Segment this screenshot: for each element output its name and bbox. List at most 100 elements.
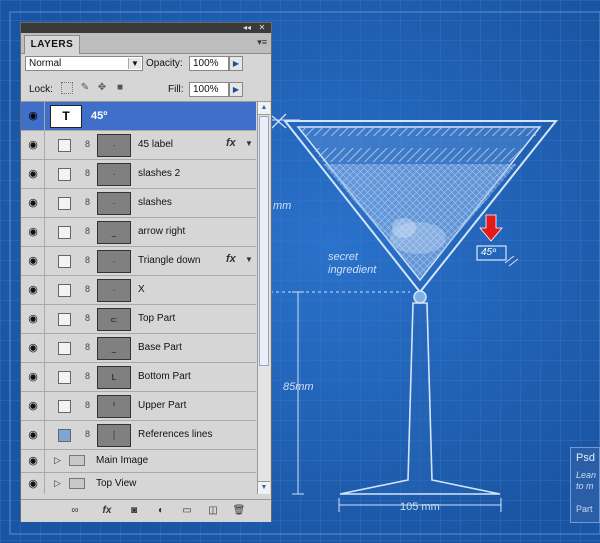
layer-row-references-lines[interactable]: ◉ 8 ┊ References lines xyxy=(21,421,256,450)
vector-mask-icon xyxy=(58,226,71,239)
lock-position-move-icon[interactable]: ✥ xyxy=(96,82,108,94)
eye-visibility-icon[interactable]: ◉ xyxy=(26,255,40,267)
link-icon[interactable]: 8 xyxy=(85,342,90,352)
expand-triangle-icon[interactable]: ▷ xyxy=(54,455,61,466)
layer-row-arrow-right[interactable]: ◉ 8 _ arrow right xyxy=(21,218,256,247)
link-icon[interactable]: 8 xyxy=(85,226,90,236)
blend-mode-value: Normal xyxy=(29,58,62,69)
text-layer-thumbnail: T xyxy=(50,105,82,128)
add-mask-icon[interactable]: ◙ xyxy=(126,504,142,518)
eye-visibility-icon[interactable]: ◉ xyxy=(26,197,40,209)
eye-visibility-icon[interactable]: ◉ xyxy=(26,455,40,467)
link-icon[interactable]: 8 xyxy=(85,255,90,265)
layer-row-45-label[interactable]: ◉ 8 · 45 label fx ▼ xyxy=(21,131,256,160)
expand-triangle-icon[interactable]: ▷ xyxy=(54,478,61,489)
layer-thumbnail: ⊏ xyxy=(97,308,131,331)
layer-group-main-image[interactable]: ◉ ▷ Main Image xyxy=(21,450,256,473)
side-card-line2: to m xyxy=(576,481,594,491)
vector-mask-icon xyxy=(58,168,71,181)
adjustment-layer-icon[interactable]: ◐ xyxy=(153,504,169,518)
fx-expand-arrow-icon[interactable]: ▼ xyxy=(245,255,253,264)
panel-tab-bar: LAYERS ▾≡ xyxy=(21,33,271,54)
new-group-folder-icon[interactable]: ▭ xyxy=(179,504,195,518)
layers-scrollbar[interactable]: ▲ ▼ xyxy=(257,102,270,494)
layer-row-top-part[interactable]: ◉ 8 ⊏ Top Part xyxy=(21,305,256,334)
layer-name: References lines xyxy=(138,429,213,440)
layer-thumbnail: · xyxy=(97,163,131,186)
layer-row-upper-part[interactable]: ◉ 8 ╵ Upper Part xyxy=(21,392,256,421)
opacity-slider-arrow-icon[interactable]: ▶ xyxy=(229,56,243,71)
folder-icon xyxy=(69,455,85,466)
layer-row-bottom-part[interactable]: ◉ 8 L Bottom Part xyxy=(21,363,256,392)
lock-all-padlock-icon[interactable]: ■ xyxy=(114,82,126,94)
vector-mask-icon xyxy=(58,139,71,152)
link-icon[interactable]: 8 xyxy=(85,371,90,381)
eye-visibility-icon[interactable]: ◉ xyxy=(26,110,40,122)
layer-row-45[interactable]: ◉ T 45º xyxy=(21,102,256,131)
secret-label-line2: ingredient xyxy=(328,264,377,276)
layer-thumbnail: · xyxy=(97,192,131,215)
layer-group-top-view[interactable]: ◉ ▷ Top View xyxy=(21,473,256,494)
blend-mode-select[interactable]: Normal ▼ xyxy=(25,56,143,71)
lock-image-brush-icon[interactable]: ✎ xyxy=(79,82,91,94)
eye-visibility-icon[interactable]: ◉ xyxy=(26,139,40,151)
fx-effects-icon[interactable]: fx xyxy=(226,253,236,265)
layer-name: Bottom Part xyxy=(138,371,191,382)
fill-label: Fill: xyxy=(168,84,184,95)
eye-visibility-icon[interactable]: ◉ xyxy=(26,371,40,383)
link-layers-icon[interactable]: ∞ xyxy=(67,504,83,518)
layer-row-slashes-2[interactable]: ◉ 8 · slashes 2 xyxy=(21,160,256,189)
link-icon[interactable]: 8 xyxy=(85,197,90,207)
layer-name: 45º xyxy=(91,110,108,122)
layer-thumbnail: · xyxy=(97,134,131,157)
panel-bottom-toolbar: ∞ fx ◙ ◐ ▭ ◫ 🗑 xyxy=(21,499,271,522)
group-name: Main Image xyxy=(96,455,149,466)
link-icon[interactable]: 8 xyxy=(85,313,90,323)
fill-input[interactable]: 100% xyxy=(189,82,229,97)
eye-visibility-icon[interactable]: ◉ xyxy=(26,313,40,325)
link-icon[interactable]: 8 xyxy=(85,429,90,439)
delete-layer-trash-icon[interactable]: 🗑 xyxy=(231,504,247,518)
layer-row-triangle-down[interactable]: ◉ 8 · Triangle down fx ▼ xyxy=(21,247,256,276)
tab-layers[interactable]: LAYERS xyxy=(24,35,80,54)
eye-visibility-icon[interactable]: ◉ xyxy=(26,429,40,441)
eye-visibility-icon[interactable]: ◉ xyxy=(26,168,40,180)
layer-row-base-part[interactable]: ◉ 8 _ Base Part xyxy=(21,334,256,363)
collapse-panel-icon[interactable]: ◂◂ xyxy=(241,23,253,33)
layer-row-slashes[interactable]: ◉ 8 · slashes xyxy=(21,189,256,218)
panel-menu-icon[interactable]: ▾≡ xyxy=(257,37,267,48)
new-layer-icon[interactable]: ◫ xyxy=(205,504,221,518)
layers-list: ◉ T 45º ◉ 8 · 45 label fx ▼ ◉ 8 · slashe… xyxy=(21,102,256,494)
link-icon[interactable]: 8 xyxy=(85,400,90,410)
side-card-title: Psd xyxy=(576,452,595,464)
angle-label: 45º xyxy=(481,247,496,258)
scroll-down-icon[interactable]: ▼ xyxy=(258,481,270,494)
fill-slider-arrow-icon[interactable]: ▶ xyxy=(229,82,243,97)
eye-visibility-icon[interactable]: ◉ xyxy=(26,478,40,490)
scroll-thumb[interactable] xyxy=(259,116,269,366)
link-icon[interactable]: 8 xyxy=(85,284,90,294)
opacity-input[interactable]: 100% xyxy=(189,56,229,71)
fx-expand-arrow-icon[interactable]: ▼ xyxy=(245,139,253,148)
side-card-line1: Lean xyxy=(576,470,597,480)
layer-row-x[interactable]: ◉ 8 · X xyxy=(21,276,256,305)
lock-transparent-icon[interactable] xyxy=(61,82,73,94)
eye-visibility-icon[interactable]: ◉ xyxy=(26,226,40,238)
eye-visibility-icon[interactable]: ◉ xyxy=(26,342,40,354)
dimension-label-85mm: 85mm xyxy=(283,381,314,393)
panel-title-bar[interactable]: ◂◂ ✕ xyxy=(21,23,271,33)
eye-visibility-icon[interactable]: ◉ xyxy=(26,284,40,296)
layer-thumbnail: _ xyxy=(97,337,131,360)
lock-label: Lock: xyxy=(29,84,53,95)
eye-visibility-icon[interactable]: ◉ xyxy=(26,400,40,412)
group-name: Top View xyxy=(96,478,137,489)
layer-name: Triangle down xyxy=(138,255,201,266)
link-icon[interactable]: 8 xyxy=(85,168,90,178)
scroll-up-icon[interactable]: ▲ xyxy=(258,102,270,115)
side-card-line3: Part xyxy=(576,504,593,514)
close-panel-icon[interactable]: ✕ xyxy=(256,23,268,33)
link-icon[interactable]: 8 xyxy=(85,139,90,149)
fx-effects-icon[interactable]: fx xyxy=(226,137,236,149)
add-layer-style-icon[interactable]: fx xyxy=(99,504,115,518)
layer-name: arrow right xyxy=(138,226,186,237)
